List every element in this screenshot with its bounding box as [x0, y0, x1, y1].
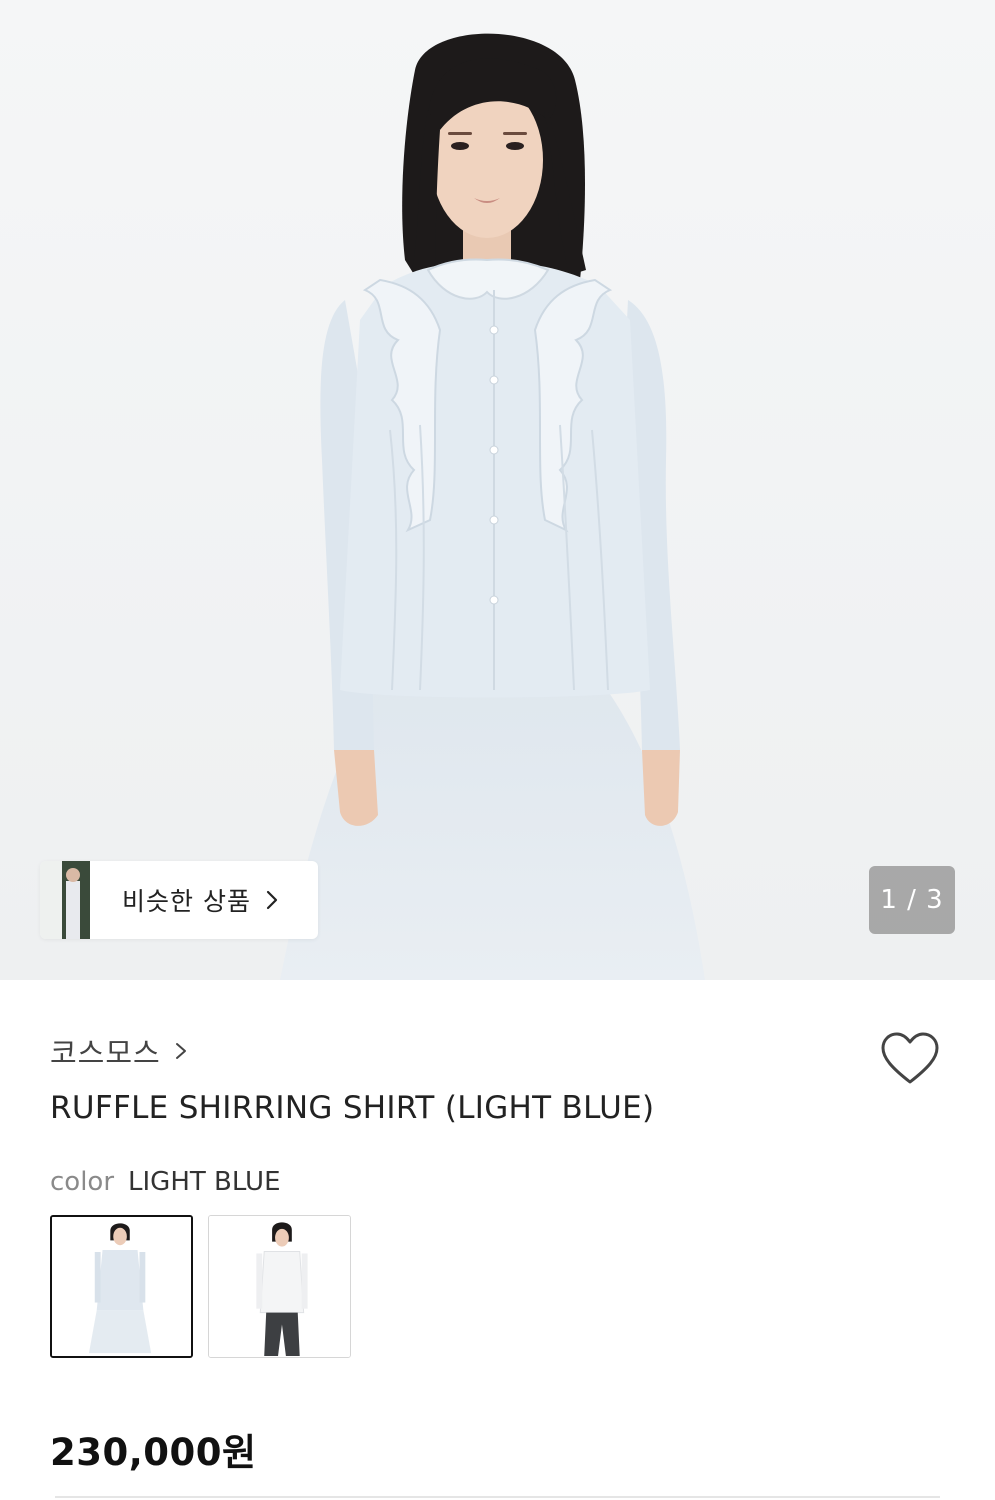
brand-name: 코스모스 [50, 1036, 161, 1070]
color-selection-row: color LIGHT BLUE [50, 1167, 281, 1197]
wishlist-button[interactable] [878, 1030, 942, 1088]
chevron-right-icon [175, 1043, 186, 1059]
similar-products-label: 비슷한 상품 [122, 887, 251, 916]
image-page-counter: 1 / 3 [869, 866, 955, 934]
selected-color-value: LIGHT BLUE [128, 1167, 281, 1197]
color-swatch-light-blue[interactable] [50, 1215, 193, 1358]
heart-outline-icon [881, 1032, 939, 1084]
chevron-right-icon [266, 890, 278, 910]
section-divider [55, 1496, 940, 1498]
color-label: color [50, 1167, 115, 1197]
product-photo [0, 0, 995, 980]
product-image-gallery[interactable]: 비슷한 상품 1 / 3 [0, 0, 995, 980]
product-title: RUFFLE SHIRRING SHIRT (LIGHT BLUE) [50, 1090, 655, 1126]
color-swatch-white[interactable] [208, 1215, 351, 1358]
swatch-light-blue-thumbnail [52, 1217, 191, 1356]
similar-products-button[interactable]: 비슷한 상품 [40, 861, 318, 939]
brand-link[interactable]: 코스모스 [50, 1030, 187, 1072]
similar-products-thumbnail [40, 861, 90, 939]
product-price: 230,000원 [50, 1431, 257, 1474]
swatch-white-thumbnail [209, 1216, 350, 1357]
